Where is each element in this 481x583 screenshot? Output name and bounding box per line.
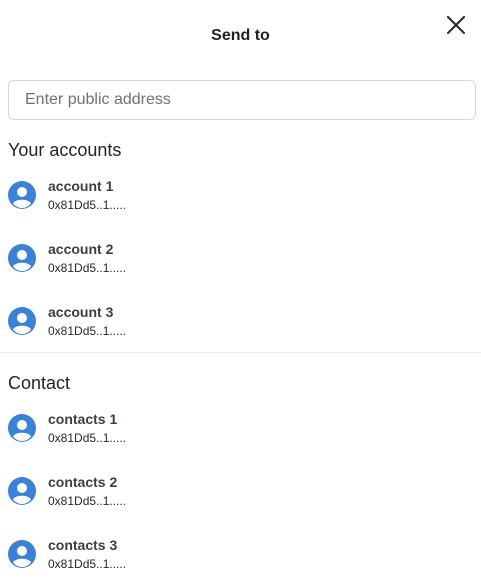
contact-address: 0x81Dd5..1..... [48,431,127,445]
contact-name: contacts 1 [48,411,118,427]
close-icon [447,16,465,34]
contact-address: 0x81Dd5..1..... [48,494,127,508]
contacts-list: contacts 1 0x81Dd5..1..... contacts 2 0x… [8,409,478,583]
user-avatar-icon [8,477,36,505]
page-title: Send to [211,27,270,44]
user-avatar-icon [8,414,36,442]
contact-address: 0x81Dd5..1..... [48,557,127,571]
account-name: account 1 [48,178,114,194]
section-divider [0,352,481,353]
user-avatar-icon [8,540,36,568]
contact-item[interactable]: contacts 2 0x81Dd5..1..... [8,472,478,535]
account-item[interactable]: account 1 0x81Dd5..1..... [8,176,478,239]
public-address-input[interactable] [8,80,476,120]
send-to-panel: Send to Your accounts account 1 0x81Dd5.… [0,0,481,583]
account-address: 0x81Dd5..1..... [48,198,127,212]
account-address: 0x81Dd5..1..... [48,324,127,338]
account-name: account 2 [48,241,114,257]
user-avatar-icon [8,181,36,209]
header: Send to [0,0,481,72]
user-avatar-icon [8,307,36,335]
account-item[interactable]: account 3 0x81Dd5..1..... [8,302,478,365]
account-name: account 3 [48,304,114,320]
accounts-list: account 1 0x81Dd5..1..... account 2 0x81… [8,176,478,365]
contact-heading: Contact [8,373,71,393]
close-button[interactable] [444,13,468,37]
user-avatar-icon [8,244,36,272]
contact-item[interactable]: contacts 1 0x81Dd5..1..... [8,409,478,472]
search-container [8,80,476,120]
contact-name: contacts 2 [48,474,118,490]
account-address: 0x81Dd5..1..... [48,261,127,275]
contact-item[interactable]: contacts 3 0x81Dd5..1..... [8,535,478,583]
account-item[interactable]: account 2 0x81Dd5..1..... [8,239,478,302]
your-accounts-heading: Your accounts [8,140,122,160]
contact-name: contacts 3 [48,537,118,553]
